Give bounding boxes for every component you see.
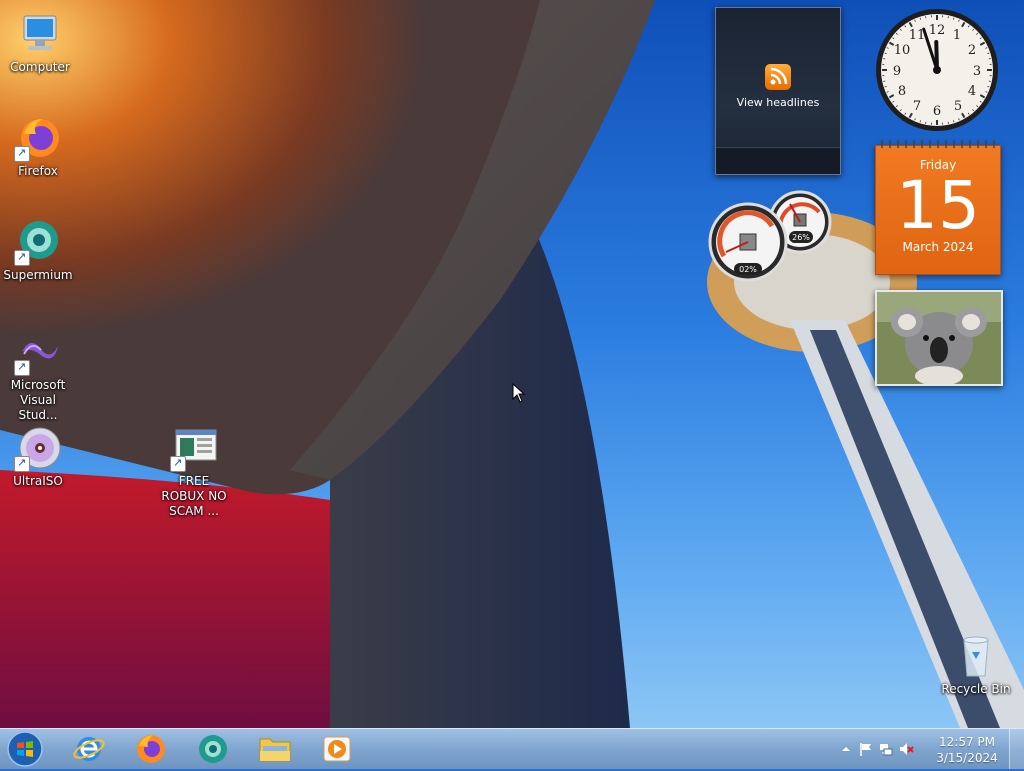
ultraiso-icon [14, 424, 62, 472]
taskbar-windows-explorer[interactable] [250, 731, 300, 767]
taskbar-time: 12:57 PM [934, 734, 1000, 750]
svg-text:6: 6 [933, 104, 941, 119]
folder-icon [250, 731, 300, 767]
desktop-icon-label: FREE ROBUX NO SCAM ... [156, 474, 232, 519]
shortcut-arrow-icon [14, 360, 30, 376]
feed-footer-bar [716, 147, 840, 174]
desktop-icon-ultraiso[interactable]: UltraISO [0, 424, 76, 489]
supermium-icon [188, 731, 238, 767]
desktop-icon-computer[interactable]: Computer [2, 10, 78, 75]
supermium-icon [14, 218, 62, 266]
memory-usage-text: 26% [792, 233, 810, 242]
desktop-icon-supermium[interactable]: Supermium [0, 218, 76, 283]
desktop-icon-label: Recycle Bin [938, 682, 1014, 697]
shortcut-arrow-icon [14, 456, 30, 472]
svg-text:3: 3 [973, 64, 981, 79]
feed-headlines-gadget: View headlines [715, 7, 841, 175]
taskbar-internet-explorer[interactable] [64, 731, 114, 767]
volume-muted-icon[interactable] [898, 741, 914, 757]
media-player-icon [312, 731, 362, 767]
computer-icon [16, 10, 64, 58]
cpu-meter-gadget: 26% 02% [706, 190, 832, 282]
svg-text:5: 5 [954, 99, 962, 114]
taskbar-supermium[interactable] [188, 731, 238, 767]
taskbar-media-player[interactable] [312, 731, 362, 767]
slideshow-gadget[interactable] [875, 290, 1003, 386]
svg-text:10: 10 [894, 43, 911, 58]
cpu-usage-text: 02% [739, 265, 757, 274]
desktop-icon-recycle-bin[interactable]: Recycle Bin [938, 632, 1014, 697]
desktop-icon-label: Supermium [0, 268, 76, 283]
visual-studio-icon [14, 328, 62, 376]
koala-photo [877, 292, 1001, 384]
view-headlines-label: View headlines [737, 96, 820, 109]
firefox-icon [14, 114, 62, 162]
desktop-icon-visual-studio[interactable]: Microsoft Visual Stud... [0, 328, 76, 423]
desktop-wallpaper [0, 0, 1024, 728]
shortcut-arrow-icon [170, 456, 186, 472]
clock-gadget: 1212 345 678 91011 [874, 7, 1000, 133]
desktop-icon-label: Firefox [0, 164, 76, 179]
action-center-flag-icon[interactable] [858, 741, 874, 757]
taskbar-firefox[interactable] [126, 731, 176, 767]
svg-text:7: 7 [913, 99, 921, 114]
start-button[interactable] [6, 731, 44, 767]
calendar-day-number: 15 [876, 172, 1000, 240]
taskbar: 12:57 PM 3/15/2024 [0, 728, 1024, 769]
calendar-rings [876, 138, 1000, 150]
svg-text:2: 2 [968, 43, 976, 58]
calendar-gadget: Friday 15 March 2024 [875, 145, 1001, 275]
windows-logo-icon [6, 731, 44, 767]
view-headlines-button[interactable]: View headlines [716, 64, 840, 109]
web-shortcut-icon [170, 424, 218, 472]
desktop-icon-free-robux[interactable]: FREE ROBUX NO SCAM ... [156, 424, 232, 519]
shortcut-arrow-icon [14, 250, 30, 266]
desktop-icon-label: UltraISO [0, 474, 76, 489]
network-icon[interactable] [878, 741, 894, 757]
calendar-month-year: March 2024 [876, 240, 1000, 254]
svg-text:8: 8 [898, 84, 906, 99]
shortcut-arrow-icon [14, 146, 30, 162]
taskbar-clock[interactable]: 12:57 PM 3/15/2024 [934, 734, 1000, 766]
desktop-icon-firefox[interactable]: Firefox [0, 114, 76, 179]
system-tray: 12:57 PM 3/15/2024 [834, 729, 1024, 769]
desktop-icon-label: Microsoft Visual Stud... [0, 378, 76, 423]
svg-text:9: 9 [893, 64, 901, 79]
svg-text:12: 12 [929, 23, 946, 38]
svg-text:4: 4 [968, 84, 976, 99]
show-hidden-icons-chevron-icon[interactable] [838, 741, 854, 757]
taskbar-date: 3/15/2024 [934, 750, 1000, 766]
desktop-icon-label: Computer [2, 60, 78, 75]
svg-text:1: 1 [953, 28, 961, 43]
rss-icon [765, 64, 791, 90]
internet-explorer-icon [64, 731, 114, 767]
firefox-icon [126, 731, 176, 767]
mouse-cursor-icon [512, 383, 526, 403]
show-desktop-button[interactable] [1009, 729, 1024, 769]
recycle-bin-icon [952, 632, 1000, 680]
